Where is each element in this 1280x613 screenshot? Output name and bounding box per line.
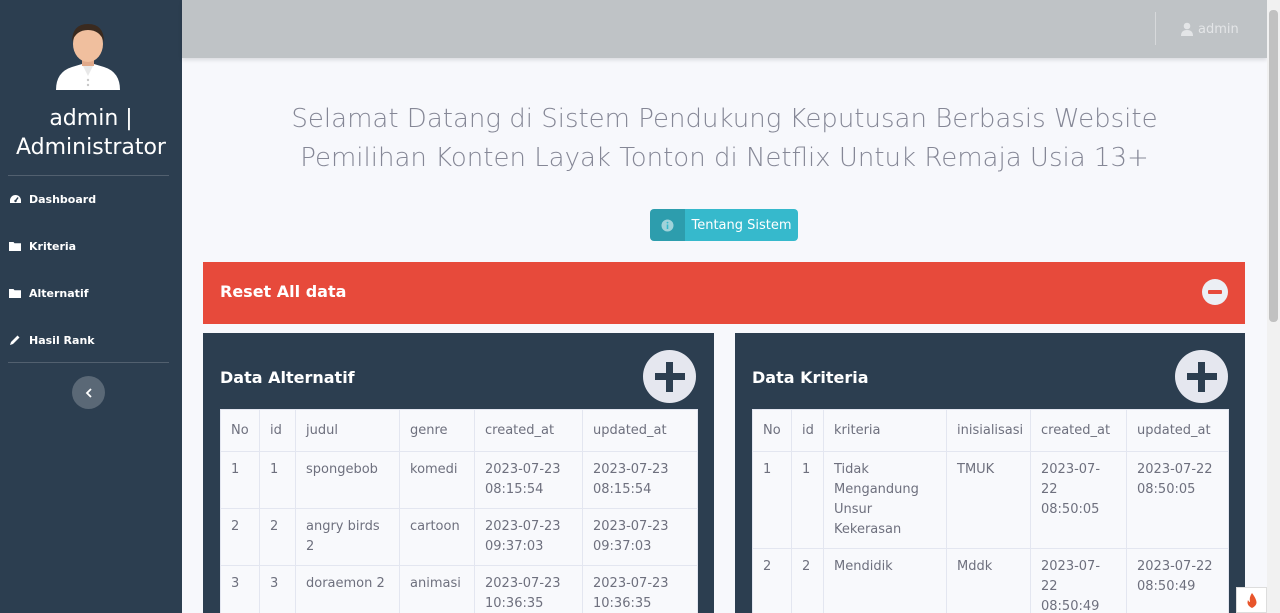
table-header-row: No id judul genre created_at updated_at [220,409,698,452]
table-row: 1 1 spongebob komedi 2023-07-23 08:15:54… [220,451,698,509]
table-row: 3 3 doraemon 2 animasi 2023-07-23 10:36:… [220,565,698,613]
table-header-cell: id [791,409,824,452]
table-cell: spongebob [295,451,400,509]
table-cell: doraemon 2 [295,565,400,613]
sidebar-user-line1: admin | [49,106,133,131]
alternatif-panel-title: Data Alternatif [220,368,355,387]
table-cell: 3 [259,565,296,613]
user-icon [1181,22,1193,36]
page-title: Selamat Datang di Sistem Pendukung Keput… [182,100,1267,178]
table-header-cell: created_at [1030,409,1127,452]
table-cell: 2023-07-23 10:36:35 [474,565,583,613]
scrollbar-thumb[interactable] [1269,10,1278,322]
about-system-label: Tentang Sistem [691,217,792,233]
table-row: 2 2 Mendidik Mddk 2023-07-22 08:50:49 20… [752,548,1229,613]
topbar: admin [182,0,1267,58]
table-header-cell: judul [295,409,400,452]
sidebar-divider [8,175,169,176]
kriteria-table: No id kriteria inisialisasi created_at u… [752,409,1229,613]
table-cell: Mendidik [823,548,947,613]
table-cell: komedi [399,451,475,509]
table-cell: 2023-07-23 08:15:54 [474,451,583,509]
table-cell: animasi [399,565,475,613]
page-scrollbar[interactable] [1267,0,1280,613]
topbar-divider [1155,12,1156,45]
folder-icon [8,287,22,299]
table-cell: angry birds 2 [295,508,400,566]
kriteria-panel: Data Kriteria No id kriteria inisialisas… [735,333,1245,613]
tachometer-icon [8,193,22,205]
about-system-button[interactable]: Tentang Sistem [650,209,798,241]
alternatif-table: No id judul genre created_at updated_at … [220,409,698,613]
table-cell: 2 [752,548,792,613]
table-cell: 2 [259,508,296,566]
reset-all-data-card[interactable]: Reset All data [203,262,1245,324]
table-cell: Tidak Mengandung Unsur Kekerasan [823,451,947,549]
table-header-cell: updated_at [582,409,698,452]
table-cell: 2023-07-23 10:36:35 [582,565,698,613]
table-cell: 2023-07-23 08:15:54 [582,451,698,509]
add-alternatif-button[interactable] [643,350,696,403]
table-cell: 2 [791,548,824,613]
table-cell: cartoon [399,508,475,566]
sidebar-user-name: admin | Administrator [0,104,182,162]
sidebar-item-dashboard[interactable]: Dashboard [8,184,168,214]
table-header-cell: No [752,409,792,452]
table-header-cell: inisialisasi [946,409,1031,452]
sidebar-item-label: Alternatif [29,286,89,300]
sidebar-item-kriteria[interactable]: Kriteria [8,231,168,261]
table-cell: 1 [791,451,824,549]
table-cell: 2023-07-22 08:50:49 [1030,548,1127,613]
table-cell: 1 [259,451,296,509]
table-row: 2 2 angry birds 2 cartoon 2023-07-23 09:… [220,508,698,566]
topbar-user-name: admin [1198,21,1239,37]
kriteria-panel-title: Data Kriteria [752,368,869,387]
table-header-cell: kriteria [823,409,947,452]
table-header-cell: id [259,409,296,452]
table-cell: 2023-07-22 08:50:05 [1126,451,1229,549]
table-cell: 2023-07-22 08:50:05 [1030,451,1127,549]
sidebar-item-label: Kriteria [29,239,77,253]
sidebar-toggle-button[interactable] [72,376,105,409]
sidebar-divider [8,362,169,363]
alternatif-panel: Data Alternatif No id judul genre create… [203,333,714,613]
table-cell: TMUK [946,451,1031,549]
table-header-cell: created_at [474,409,583,452]
table-header-cell: genre [399,409,475,452]
table-header-cell: No [220,409,260,452]
table-cell: 3 [220,565,260,613]
sidebar-item-hasil-rank[interactable]: Hasil Rank [8,325,168,355]
chevron-left-icon [85,387,92,398]
sidebar-item-alternatif[interactable]: Alternatif [8,278,168,308]
table-cell: Mddk [946,548,1031,613]
sidebar-user-line2: Administrator [16,135,166,160]
sidebar-item-label: Dashboard [29,192,97,206]
table-cell: 2023-07-22 08:50:49 [1126,548,1229,613]
page-title-line1: Selamat Datang di Sistem Pendukung Keput… [291,104,1158,134]
page-title-line2: Pemilihan Konten Layak Tonton di Netflix… [300,143,1149,173]
fire-icon[interactable] [1236,587,1267,613]
reset-all-data-title: Reset All data [220,282,347,301]
table-cell: 2023-07-23 09:37:03 [474,508,583,566]
user-avatar-icon [54,20,122,90]
table-row: 1 1 Tidak Mengandung Unsur Kekerasan TMU… [752,451,1229,549]
sidebar: admin | Administrator Dashboard Kriteria… [0,0,182,613]
info-icon [650,209,685,241]
table-cell: 1 [220,451,260,509]
table-header-row: No id kriteria inisialisasi created_at u… [752,409,1229,452]
pencil-icon [8,334,22,346]
sidebar-item-label: Hasil Rank [29,333,95,347]
table-header-cell: updated_at [1126,409,1229,452]
add-kriteria-button[interactable] [1175,350,1228,403]
table-cell: 2023-07-23 09:37:03 [582,508,698,566]
folder-icon [8,240,22,252]
table-cell: 2 [220,508,260,566]
minus-circle-icon[interactable] [1202,279,1228,305]
topbar-user-menu[interactable]: admin [1180,19,1239,39]
table-cell: 1 [752,451,792,549]
